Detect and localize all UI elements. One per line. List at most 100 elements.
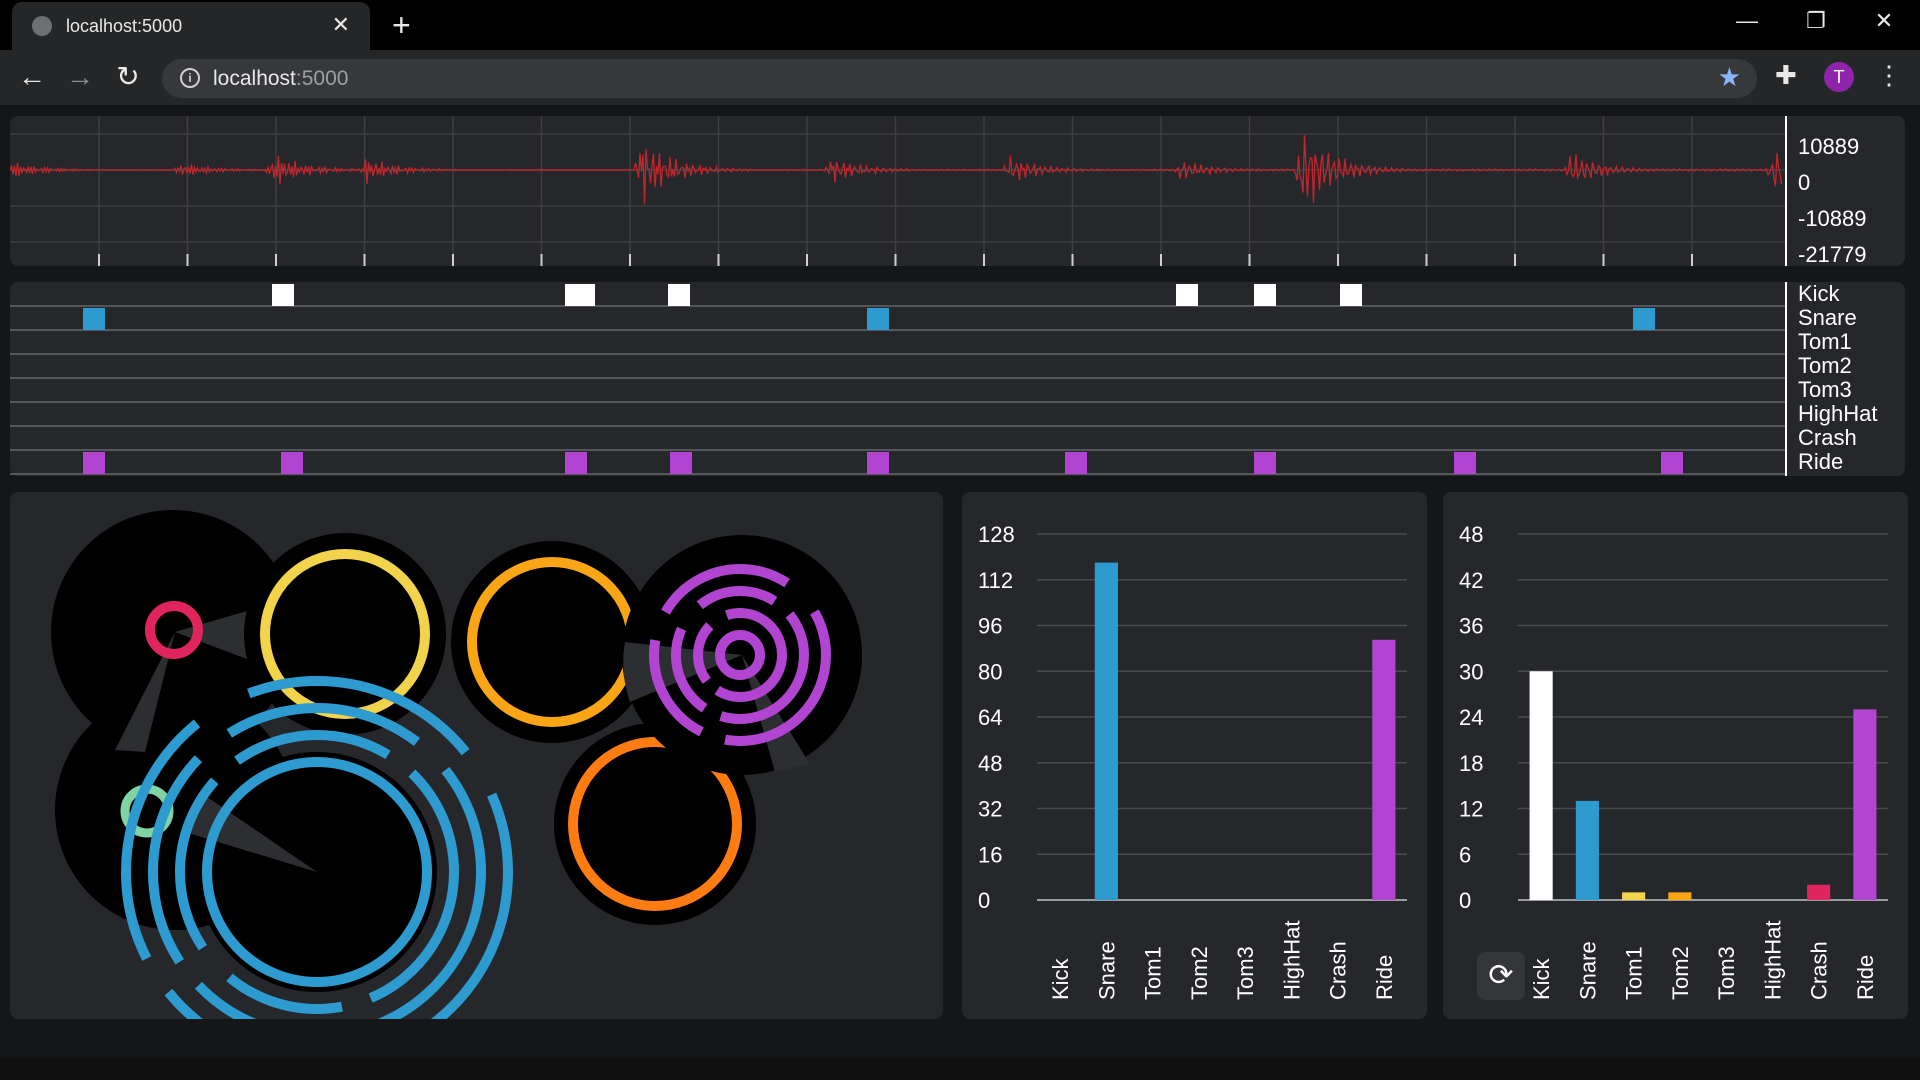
bar-ride (1372, 639, 1396, 900)
kick-hit (1340, 284, 1362, 306)
minimize-icon[interactable]: — (1727, 8, 1767, 34)
close-window-icon[interactable]: ✕ (1864, 8, 1904, 34)
kick-hit (1254, 284, 1276, 306)
bottom-strip (0, 1058, 1920, 1080)
forward-arrow-icon[interactable]: → (60, 60, 100, 94)
snare-hit (867, 308, 889, 330)
pattern-row-label: Snare (1798, 305, 1857, 330)
restore-icon[interactable]: ❐ (1796, 8, 1836, 34)
pattern-row-label: Crash (1798, 425, 1857, 450)
y-tick-label: 30 (1459, 659, 1483, 684)
y-tick-label: 96 (978, 614, 1002, 639)
waveform-y-tick: 10889 (1798, 134, 1860, 159)
kick-hit (1176, 284, 1198, 306)
x-tick-label: Ride (1372, 955, 1397, 1000)
x-tick-label: Snare (1575, 941, 1600, 1000)
drum-kit-visualizer (10, 492, 943, 1019)
bar-snare (1094, 562, 1118, 900)
tab-title: localhost:5000 (66, 16, 183, 36)
waveform-y-tick: -10889 (1798, 206, 1867, 231)
x-tick-label: Ride (1853, 955, 1878, 1000)
ride-hit (867, 452, 889, 474)
drum-pattern-panel: Kick Snare Tom1 Tom2 Tom3 HighHat Crash … (10, 282, 1905, 476)
url-text[interactable]: localhost:5000 (213, 67, 348, 91)
site-info-icon[interactable]: i (180, 68, 200, 88)
pattern-row-label: Kick (1798, 281, 1840, 306)
globe-icon (32, 16, 52, 36)
velocity-chart-panel: 48 42 36 30 24 18 12 6 0 Kick Snare Tom1 Tom2 Tom3 Hig… (1443, 492, 1908, 1019)
x-tick-label: HighHat (1760, 921, 1785, 1000)
x-tick-label: Tom3 (1233, 946, 1258, 1000)
pattern-row-label: Tom1 (1798, 329, 1852, 354)
kick-hit (565, 284, 595, 306)
y-tick-label: 12 (1459, 797, 1483, 822)
menu-kebab-icon[interactable]: ⋮ (1876, 60, 1902, 91)
waveform-chart (10, 116, 1787, 266)
extensions-puzzle-icon[interactable]: ✚ (1775, 60, 1797, 91)
ride-hit (670, 452, 692, 474)
y-tick-label: 0 (1459, 888, 1471, 913)
ride-hit (1254, 452, 1276, 474)
profile-avatar[interactable]: T (1824, 62, 1854, 92)
snare-hit (83, 308, 105, 330)
y-tick-label: 32 (978, 797, 1002, 822)
bar-snare (1575, 800, 1599, 900)
x-tick-label: Tom1 (1141, 946, 1166, 1000)
ride-hit (1065, 452, 1087, 474)
ride-hit (83, 452, 105, 474)
browser-tab[interactable]: localhost:5000 ✕ (12, 2, 370, 50)
y-tick-label: 6 (1459, 842, 1471, 867)
x-tick-label: Crash (1326, 941, 1351, 1000)
x-tick-label: Tom2 (1187, 946, 1212, 1000)
bar-tom1 (1622, 892, 1646, 900)
waveform-panel: 10889 0 -10889 -21779 (10, 116, 1905, 267)
y-tick-label: 18 (1459, 751, 1483, 776)
y-tick-label: 0 (978, 888, 990, 913)
ride-hit (1454, 452, 1476, 474)
close-tab-icon[interactable]: ✕ (332, 12, 350, 38)
ride-hit (565, 452, 587, 474)
x-tick-label: Kick (1048, 957, 1073, 1000)
pattern-row-label: Tom2 (1798, 353, 1852, 378)
y-tick-label: 112 (978, 568, 1013, 593)
y-tick-label: 48 (978, 751, 1002, 776)
y-tick-label: 128 (978, 522, 1015, 547)
x-tick-label: Tom1 (1622, 946, 1647, 1000)
x-tick-label: Kick (1529, 957, 1554, 1000)
pattern-grid (10, 282, 1787, 476)
drum-pad-tom2 (451, 541, 653, 743)
bar-crash (1807, 884, 1831, 900)
y-tick-label: 48 (1459, 522, 1483, 547)
pattern-row-label: HighHat (1798, 401, 1878, 426)
y-tick-label: 36 (1459, 614, 1483, 639)
ride-hit (281, 452, 303, 474)
y-tick-label: 16 (978, 842, 1002, 867)
velocity-bar-chart: 48 42 36 30 24 18 12 6 0 Kick Snare Tom1 Tom2 Tom3 Hig… (1459, 522, 1888, 1000)
address-bar[interactable]: i localhost:5000 ★ (162, 59, 1757, 98)
ride-hit (1661, 452, 1683, 474)
bookmark-star-icon[interactable]: ★ (1718, 62, 1741, 93)
new-tab-button[interactable]: + (392, 8, 411, 42)
waveform-y-tick: -21779 (1798, 242, 1867, 267)
reload-icon[interactable]: ↻ (108, 60, 148, 94)
y-tick-label: 80 (978, 659, 1002, 684)
bar-tom2 (1668, 892, 1692, 900)
y-tick-label: 24 (1459, 705, 1483, 730)
x-tick-label: HighHat (1279, 921, 1304, 1000)
waveform-y-tick: 0 (1798, 170, 1811, 195)
x-tick-label: Tom3 (1714, 946, 1739, 1000)
bar-kick (1529, 671, 1553, 900)
x-tick-label: Snare (1094, 941, 1119, 1000)
refresh-icon: ⟳ (1488, 959, 1514, 992)
back-arrow-icon[interactable]: ← (12, 60, 52, 94)
x-tick-label: Crash (1807, 941, 1832, 1000)
kick-hit (668, 284, 690, 306)
y-tick-label: 42 (1459, 568, 1483, 593)
refresh-button[interactable]: ⟳ (1477, 952, 1525, 1000)
pattern-row-label: Ride (1798, 449, 1844, 474)
kick-hit (272, 284, 294, 306)
bar-ride (1853, 709, 1877, 900)
y-tick-label: 64 (978, 705, 1002, 730)
snare-hit (1633, 308, 1655, 330)
hit-count-chart-panel: 128 112 96 80 64 48 32 16 0 Kick Snare Tom1 Tom2 Tom3… (962, 492, 1427, 1019)
